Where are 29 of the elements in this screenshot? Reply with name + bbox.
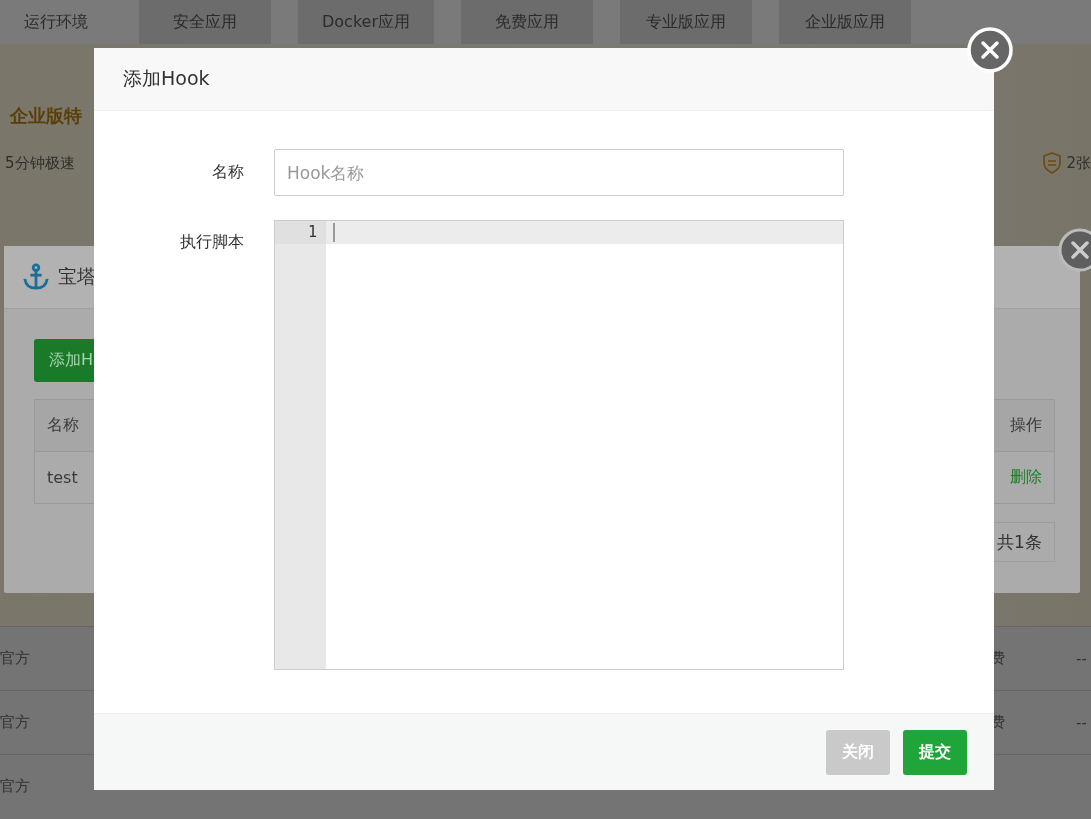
column-header: 名称	[47, 415, 79, 436]
ssl-shield-icon	[1042, 152, 1063, 174]
tab[interactable]: 运行环境	[0, 0, 112, 44]
dialog-title: 宝塔	[58, 264, 96, 289]
certificate-count: 2张	[1066, 153, 1091, 173]
tab[interactable]: 免费应用	[461, 0, 594, 44]
table-cell: --	[1076, 713, 1087, 732]
submit-button[interactable]: 提交	[903, 729, 967, 775]
table-cell: --	[1076, 649, 1087, 668]
banner-title: 企业版特	[10, 104, 83, 128]
tab[interactable]: 安全应用	[139, 0, 271, 44]
column-header: 操作	[1010, 415, 1042, 436]
field-label: 名称	[211, 161, 244, 183]
source-cell: 官方	[0, 649, 30, 668]
name-input-field[interactable]: Hook名称	[274, 149, 844, 196]
banner-subtitle: 5分钟极速	[5, 153, 75, 173]
tab[interactable]: Docker应用	[298, 0, 435, 44]
dialog-title: 添加Hook	[123, 66, 210, 91]
line-number: 1	[275, 221, 326, 244]
table-cell: test	[47, 468, 78, 487]
tab[interactable]: 企业版应用	[779, 0, 912, 44]
delete-link[interactable]: 删除	[1010, 467, 1042, 488]
source-cell: 官方	[0, 713, 30, 732]
tab[interactable]: 专业版应用	[620, 0, 753, 44]
close-icon[interactable]	[1058, 228, 1091, 272]
source-cell: 官方	[0, 777, 30, 796]
field-label: 执行脚本	[179, 231, 244, 253]
anchor-icon	[22, 263, 50, 291]
code-editor[interactable]: 1	[274, 220, 844, 670]
